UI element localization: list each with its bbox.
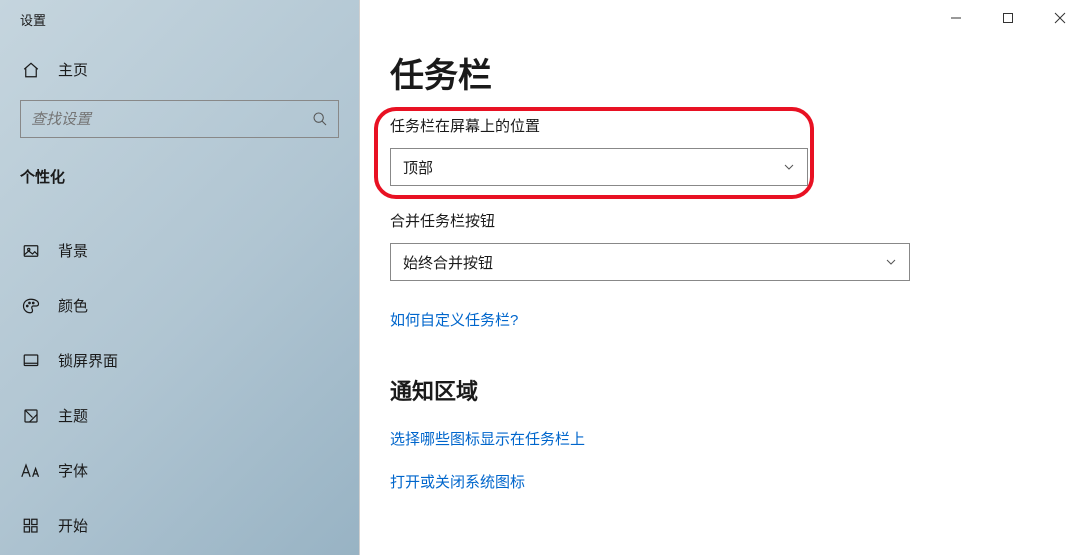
sidebar-item-label: 背景 bbox=[58, 240, 88, 261]
taskbar-position-value: 顶部 bbox=[403, 157, 433, 178]
font-icon bbox=[20, 462, 42, 480]
sidebar-item-themes[interactable]: 主题 bbox=[0, 388, 359, 443]
sidebar-item-label: 开始 bbox=[58, 515, 88, 536]
combine-buttons-select[interactable]: 始终合并按钮 bbox=[390, 243, 910, 281]
search-field[interactable] bbox=[31, 111, 312, 128]
palette-icon bbox=[20, 297, 42, 315]
sidebar-home-label: 主页 bbox=[58, 59, 88, 80]
sidebar-item-lockscreen[interactable]: 锁屏界面 bbox=[0, 333, 359, 388]
combine-buttons-setting: 合并任务栏按钮 始终合并按钮 bbox=[390, 210, 1086, 281]
chevron-down-icon bbox=[885, 256, 897, 268]
sidebar-item-label: 字体 bbox=[58, 460, 88, 481]
search-input[interactable] bbox=[20, 100, 339, 138]
chevron-down-icon bbox=[783, 161, 795, 173]
customize-taskbar-link[interactable]: 如何自定义任务栏? bbox=[390, 309, 518, 330]
theme-icon bbox=[20, 407, 42, 425]
minimize-button[interactable] bbox=[930, 0, 982, 36]
taskbar-position-select[interactable]: 顶部 bbox=[390, 148, 808, 186]
sidebar-item-background[interactable]: 背景 bbox=[0, 223, 359, 278]
sidebar: 设置 主页 个性化 背景 颜色 bbox=[0, 0, 360, 555]
taskbar-position-label: 任务栏在屏幕上的位置 bbox=[390, 115, 1086, 136]
window-controls bbox=[930, 0, 1086, 36]
search-icon bbox=[312, 111, 328, 127]
sidebar-item-label: 主题 bbox=[58, 405, 88, 426]
sidebar-home[interactable]: 主页 bbox=[0, 29, 359, 100]
lockscreen-icon bbox=[20, 352, 42, 370]
system-icons-link[interactable]: 打开或关闭系统图标 bbox=[390, 471, 525, 492]
sidebar-category: 个性化 bbox=[0, 138, 359, 203]
maximize-button[interactable] bbox=[982, 0, 1034, 36]
close-button[interactable] bbox=[1034, 0, 1086, 36]
home-icon bbox=[20, 61, 42, 79]
image-icon bbox=[20, 242, 42, 260]
select-icons-link[interactable]: 选择哪些图标显示在任务栏上 bbox=[390, 428, 585, 449]
sidebar-item-colors[interactable]: 颜色 bbox=[0, 278, 359, 333]
combine-buttons-value: 始终合并按钮 bbox=[403, 252, 493, 273]
sidebar-item-fonts[interactable]: 字体 bbox=[0, 443, 359, 498]
start-icon bbox=[20, 517, 42, 535]
sidebar-item-label: 锁屏界面 bbox=[58, 350, 118, 371]
content: 任务栏 任务栏在屏幕上的位置 顶部 合并任务栏按钮 始终合并按钮 如何自定义任务… bbox=[360, 0, 1086, 555]
notification-area-title: 通知区域 bbox=[390, 374, 1086, 406]
app-name: 设置 bbox=[0, 0, 359, 29]
sidebar-item-label: 颜色 bbox=[58, 295, 88, 316]
sidebar-item-start[interactable]: 开始 bbox=[0, 498, 359, 553]
taskbar-position-setting: 任务栏在屏幕上的位置 顶部 bbox=[390, 115, 1086, 186]
sidebar-nav: 背景 颜色 锁屏界面 主题 字体 bbox=[0, 203, 359, 553]
combine-buttons-label: 合并任务栏按钮 bbox=[390, 210, 1086, 231]
